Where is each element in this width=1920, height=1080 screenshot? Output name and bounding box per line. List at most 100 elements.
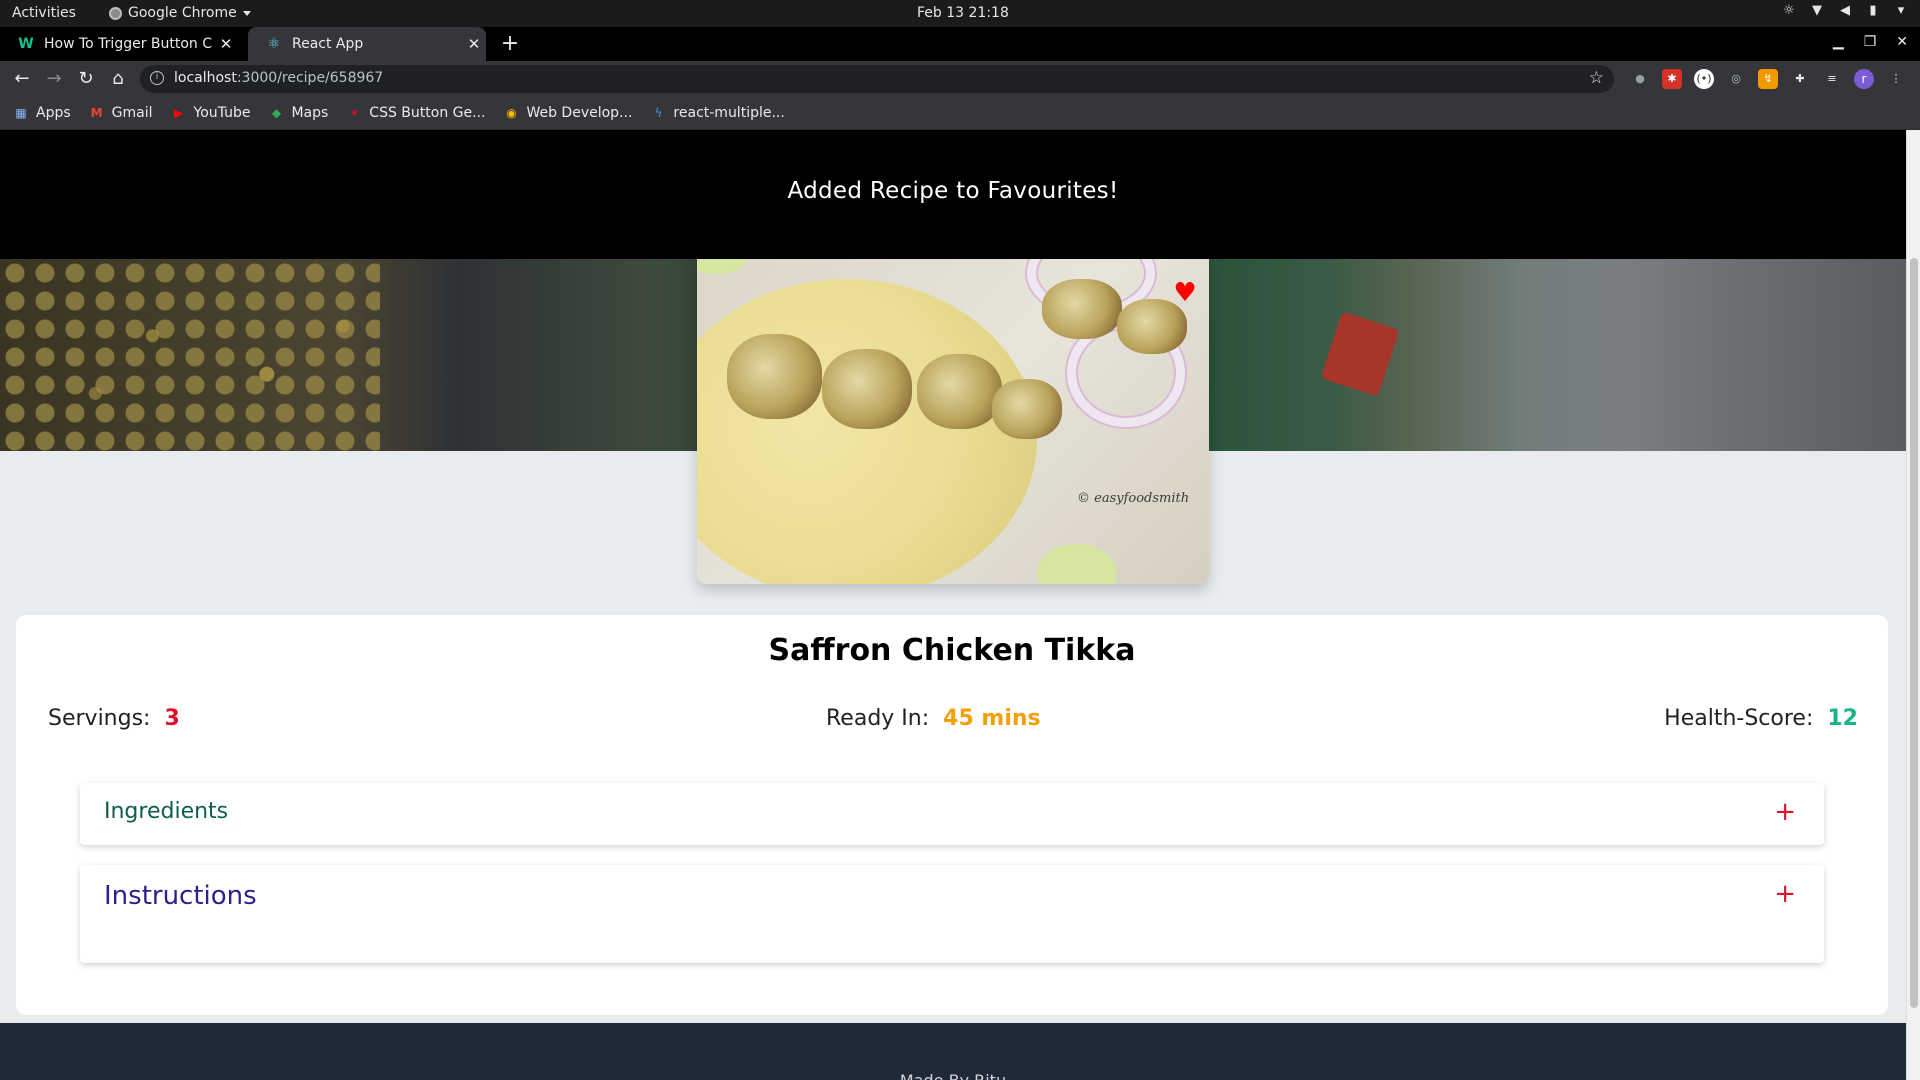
caret-down-icon — [242, 10, 251, 16]
health-score-label: Health-Score: — [1664, 706, 1814, 731]
maps-icon: ◆ — [271, 106, 282, 120]
expand-plus-icon[interactable]: + — [1774, 799, 1796, 825]
window-controls: ▁ ❐ ✕ — [1833, 34, 1908, 50]
brightness-icon: ☼ — [1783, 3, 1795, 18]
star-burst-icon: ✶ — [349, 106, 360, 120]
bookmark-web-develop[interactable]: ◉ Web Develop... — [504, 105, 632, 121]
bookmark-apps[interactable]: ▦ Apps — [14, 105, 71, 121]
extension-dropper-icon[interactable]: ● — [1630, 69, 1650, 89]
hero-salad-texture — [1206, 259, 1906, 451]
bookmarks-bar: ▦ Apps M Gmail ▶ YouTube ◆ Maps ✶ CSS Bu… — [0, 97, 1920, 130]
system-menu-caret-icon: ▾ — [1897, 3, 1905, 18]
react-icon: ⚛ — [267, 36, 281, 52]
tab-react-app[interactable]: ⚛ React App ✕ — [248, 27, 486, 61]
hero-chickpeas-texture — [0, 259, 380, 451]
recipe-card: Saffron Chicken Tikka Servings: 3 Ready I… — [16, 615, 1888, 1015]
home-button[interactable]: ⌂ — [106, 67, 130, 91]
url-text[interactable]: localhost:3000/recipe/658967 — [174, 70, 383, 86]
tab-title: React App — [292, 36, 364, 52]
footer-text: Made By Ritu — [0, 1071, 1906, 1080]
kebab-piece-shape — [992, 379, 1062, 439]
close-window-icon[interactable]: ✕ — [1896, 34, 1908, 50]
app-menu-label: Google Chrome — [128, 5, 237, 21]
extensions-puzzle-icon[interactable]: ✚ — [1790, 69, 1810, 89]
minimize-icon[interactable]: ▁ — [1833, 34, 1844, 50]
image-watermark: © easyfoodsmith — [1077, 491, 1190, 506]
close-tab-icon[interactable]: ✕ — [466, 36, 482, 52]
health-score-value: 12 — [1827, 706, 1858, 731]
ingredients-heading: Ingredients — [104, 799, 229, 824]
bookmark-label: YouTube — [193, 105, 251, 121]
bookmark-label: react-multiple... — [673, 105, 785, 121]
kebab-piece-shape — [822, 349, 912, 429]
web-dev-icon: ◉ — [506, 106, 517, 120]
bookmark-label: Apps — [36, 105, 71, 121]
back-button[interactable]: ← — [10, 67, 34, 91]
lime-shape — [697, 259, 747, 274]
bolt-icon: ϟ — [654, 106, 663, 120]
kebab-piece-shape — [727, 334, 822, 419]
ingredients-accordion[interactable]: Ingredients + — [80, 783, 1824, 845]
extension-red-icon[interactable]: ✱ — [1662, 69, 1682, 89]
lime-shape — [1037, 544, 1117, 584]
profile-avatar[interactable]: r — [1854, 69, 1874, 89]
scrollbar-thumb[interactable] — [1910, 258, 1918, 1008]
servings-value: 3 — [164, 706, 180, 731]
youtube-icon: ▶ — [173, 106, 184, 120]
servings-label: Servings: — [48, 706, 151, 731]
new-tab-button[interactable]: + — [498, 30, 522, 58]
battery-icon: ▮ — [1869, 3, 1877, 18]
chrome-icon — [109, 6, 122, 20]
address-bar[interactable]: i localhost:3000/recipe/658967 ☆ — [140, 65, 1614, 93]
site-info-icon[interactable]: i — [150, 71, 164, 85]
close-tab-icon[interactable]: ✕ — [218, 36, 234, 52]
extension-circle-icon[interactable]: (•) — [1694, 69, 1714, 89]
system-tray[interactable]: ☼ ▼ ◀ ▮ ▾ — [1782, 4, 1908, 18]
servings-stat: Servings: 3 — [48, 706, 180, 731]
favourite-heart-icon[interactable]: ♥ — [1172, 280, 1198, 306]
extension-target-icon[interactable]: ◎ — [1726, 69, 1746, 89]
favourite-notification: Added Recipe to Favourites! — [0, 130, 1906, 259]
kebab-piece-shape — [917, 354, 1002, 429]
extensions-area: ● ✱ (•) ◎ ↯ ✚ ≡ r ⋮ — [1630, 69, 1906, 89]
page-scrollbar[interactable] — [1906, 130, 1920, 1080]
bookmark-react-multiple[interactable]: ϟ react-multiple... — [651, 105, 784, 121]
ready-in-value: 45 mins — [943, 706, 1041, 731]
bookmark-gmail[interactable]: M Gmail — [90, 105, 153, 121]
activities-button[interactable]: Activities — [12, 5, 76, 21]
recipe-title: Saffron Chicken Tikka — [768, 633, 1136, 668]
os-top-bar: Activities Google Chrome Feb 13 21:18 ☼ … — [0, 0, 1920, 27]
wifi-icon: ▼ — [1812, 3, 1822, 18]
naan-shape — [697, 279, 1037, 584]
instructions-accordion[interactable]: Instructions + — [80, 865, 1824, 963]
clock[interactable]: Feb 13 21:18 — [917, 5, 1009, 21]
bookmark-star-icon[interactable]: ☆ — [1589, 68, 1604, 88]
w-icon: W — [18, 36, 34, 52]
page-viewport: Added Recipe to Favourites! © easyfoodsm… — [0, 130, 1920, 1080]
reload-button[interactable]: ↻ — [74, 67, 98, 91]
health-score-stat: Health-Score: 12 — [1664, 706, 1858, 731]
tab-strip: W How To Trigger Button Cl ✕ ⚛ React App… — [0, 27, 1920, 61]
expand-plus-icon[interactable]: + — [1774, 881, 1796, 907]
forward-button[interactable]: → — [42, 67, 66, 91]
bookmark-maps[interactable]: ◆ Maps — [269, 105, 328, 121]
menu-kebab-icon[interactable]: ⋮ — [1886, 69, 1906, 89]
bookmark-css-button[interactable]: ✶ CSS Button Ge... — [347, 105, 485, 121]
instructions-heading: Instructions — [104, 881, 257, 911]
tab-how-to-trigger[interactable]: W How To Trigger Button Cl ✕ — [0, 27, 246, 61]
notification-message: Added Recipe to Favourites! — [787, 178, 1119, 204]
tab-title: How To Trigger Button Cl — [44, 36, 212, 52]
page-footer: Made By Ritu — [0, 1023, 1906, 1080]
bookmark-youtube[interactable]: ▶ YouTube — [172, 105, 251, 121]
bookmark-label: Maps — [291, 105, 329, 121]
app-menu[interactable]: Google Chrome — [109, 5, 251, 21]
reading-list-icon[interactable]: ≡ — [1822, 69, 1842, 89]
ready-in-label: Ready In: — [826, 706, 930, 731]
extension-orange-icon[interactable]: ↯ — [1758, 69, 1778, 89]
volume-icon: ◀ — [1840, 3, 1850, 18]
browser-toolbar: ← → ↻ ⌂ i localhost:3000/recipe/658967 ☆… — [0, 61, 1920, 97]
ready-in-stat: Ready In: 45 mins — [826, 706, 1041, 731]
recipe-image: © easyfoodsmith — [697, 259, 1209, 584]
restore-icon[interactable]: ❐ — [1864, 34, 1877, 50]
kebab-piece-shape — [1042, 279, 1122, 339]
